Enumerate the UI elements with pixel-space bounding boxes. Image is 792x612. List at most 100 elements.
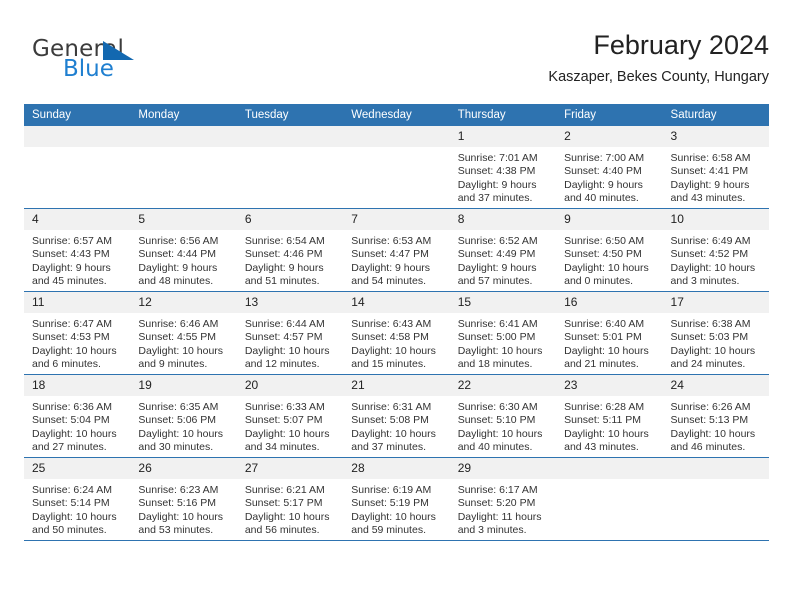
calendar-day-cell[interactable]: 5 Sunrise: 6:56 AM Sunset: 4:44 PM Daylight… — [130, 208, 237, 292]
sunrise-text: Sunrise: 6:50 AM — [564, 235, 645, 247]
calendar-day-cell[interactable]: 3 Sunrise: 6:58 AM Sunset: 4:41 PM Daylight… — [662, 126, 769, 209]
day-number: 12 — [130, 292, 237, 313]
calendar-day-cell[interactable]: 19 Sunrise: 6:35 AM Sunset: 5:06 PM Dayligh… — [130, 374, 237, 458]
calendar-day-cell[interactable]: 10 Sunrise: 6:49 AM Sunset: 4:52 PM Dayligh… — [662, 208, 769, 292]
sunset-text: Sunset: 5:13 PM — [670, 414, 749, 427]
day-details — [663, 479, 769, 484]
calendar-day-cell-empty — [130, 126, 237, 209]
day-number: 4 — [24, 209, 131, 230]
daylight-text-line2: and 56 minutes. — [244, 524, 320, 537]
page-subtitle: Kaszaper, Bekes County, Hungary — [548, 69, 769, 85]
day-number: 10 — [662, 209, 769, 230]
calendar-body: 1 Sunrise: 7:01 AM Sunset: 4:38 PM Daylight… — [24, 126, 769, 541]
calendar-day-cell[interactable]: 8 Sunrise: 6:52 AM Sunset: 4:49 PM Daylight… — [449, 208, 557, 292]
day-details: Sunrise: 6:43 AM Sunset: 4:58 PM Daylight:… — [343, 313, 449, 372]
calendar-day-cell[interactable]: 4 Sunrise: 6:57 AM Sunset: 4:43 PM Daylight… — [24, 208, 131, 292]
calendar-day-cell[interactable]: 22 Sunrise: 6:30 AM Sunset: 5:10 PM Dayligh… — [449, 374, 557, 458]
day-number — [236, 126, 344, 147]
sunset-text: Sunset: 5:10 PM — [457, 414, 536, 427]
page-header: General Blue February 2024 Kaszaper, Bek… — [24, 28, 769, 96]
calendar-day-cell[interactable]: 29 Sunrise: 6:17 AM Sunset: 5:20 PM Dayligh… — [449, 457, 557, 541]
sunrise-text: Sunrise: 6:46 AM — [138, 318, 219, 330]
day-details: Sunrise: 6:52 AM Sunset: 4:49 PM Daylight:… — [450, 230, 556, 289]
calendar-week-row: 1 Sunrise: 7:01 AM Sunset: 4:38 PM Daylight… — [24, 126, 769, 209]
calendar-day-cell[interactable]: 6 Sunrise: 6:54 AM Sunset: 4:46 PM Daylight… — [236, 208, 344, 292]
title-block: February 2024 Kaszaper, Bekes County, Hu… — [548, 28, 769, 86]
sunset-text: Sunset: 4:57 PM — [244, 331, 323, 344]
calendar-day-cell[interactable]: 18 Sunrise: 6:36 AM Sunset: 5:04 PM Dayligh… — [24, 374, 131, 458]
sunset-text: Sunset: 5:16 PM — [138, 497, 217, 510]
day-details: Sunrise: 6:26 AM Sunset: 5:13 PM Daylight:… — [663, 396, 769, 455]
daylight-text-line2: and 9 minutes. — [138, 358, 208, 371]
daylight-text-line2: and 45 minutes. — [32, 275, 107, 288]
calendar-day-cell[interactable]: 13 Sunrise: 6:44 AM Sunset: 4:57 PM Dayligh… — [236, 291, 344, 375]
sunset-text: Sunset: 4:55 PM — [138, 331, 217, 344]
daylight-text-line1: Daylight: 10 hours — [351, 427, 436, 440]
calendar-week-row: 4 Sunrise: 6:57 AM Sunset: 4:43 PM Daylight… — [24, 208, 769, 292]
calendar-day-cell[interactable]: 20 Sunrise: 6:33 AM Sunset: 5:07 PM Dayligh… — [236, 374, 344, 458]
day-number: 7 — [343, 209, 450, 230]
calendar-page: General Blue February 2024 Kaszaper, Bek… — [0, 0, 792, 612]
day-number: 3 — [662, 126, 769, 147]
daylight-text-line1: Daylight: 10 hours — [457, 344, 543, 357]
sunset-text: Sunset: 4:43 PM — [32, 248, 110, 261]
daylight-text-line1: Daylight: 10 hours — [32, 510, 117, 523]
calendar-day-cell[interactable]: 25 Sunrise: 6:24 AM Sunset: 5:14 PM Dayligh… — [24, 457, 131, 541]
weekday-header-row: Sunday Monday Tuesday Wednesday Thursday… — [24, 104, 769, 126]
daylight-text-line2: and 27 minutes. — [32, 441, 107, 454]
daylight-text-line1: Daylight: 9 hours — [564, 178, 643, 191]
calendar-day-cell[interactable]: 24 Sunrise: 6:26 AM Sunset: 5:13 PM Dayligh… — [662, 374, 769, 458]
daylight-text-line1: Daylight: 10 hours — [670, 344, 756, 357]
sunrise-text: Sunrise: 7:00 AM — [564, 152, 645, 164]
weekday-header-saturday: Saturday — [662, 104, 769, 126]
calendar-day-cell[interactable]: 17 Sunrise: 6:38 AM Sunset: 5:03 PM Dayligh… — [662, 291, 769, 375]
calendar-day-cell[interactable]: 27 Sunrise: 6:21 AM Sunset: 5:17 PM Dayligh… — [236, 457, 344, 541]
daylight-text-line2: and 51 minutes. — [244, 275, 320, 288]
sunrise-text: Sunrise: 6:44 AM — [244, 318, 325, 330]
day-number: 15 — [449, 292, 557, 313]
daylight-text-line1: Daylight: 10 hours — [670, 427, 756, 440]
day-details: Sunrise: 7:00 AM Sunset: 4:40 PM Daylight:… — [556, 147, 662, 206]
daylight-text-line1: Daylight: 10 hours — [32, 344, 117, 357]
daylight-text-line1: Daylight: 10 hours — [32, 427, 117, 440]
daylight-text-line2: and 21 minutes. — [564, 358, 639, 371]
daylight-text-line2: and 15 minutes. — [351, 358, 426, 371]
sunset-text: Sunset: 4:52 PM — [670, 248, 749, 261]
calendar-day-cell[interactable]: 7 Sunrise: 6:53 AM Sunset: 4:47 PM Daylight… — [343, 208, 450, 292]
day-number: 28 — [343, 458, 450, 479]
day-details: Sunrise: 6:28 AM Sunset: 5:11 PM Daylight:… — [556, 396, 662, 455]
calendar-day-cell[interactable]: 9 Sunrise: 6:50 AM Sunset: 4:50 PM Daylight… — [556, 208, 663, 292]
weekday-header-monday: Monday — [130, 104, 237, 126]
calendar-week-row: 11 Sunrise: 6:47 AM Sunset: 4:53 PM Dayligh… — [24, 291, 769, 375]
sunset-text: Sunset: 4:38 PM — [457, 165, 536, 178]
calendar-day-cell[interactable]: 1 Sunrise: 7:01 AM Sunset: 4:38 PM Daylight… — [449, 126, 557, 209]
calendar-day-cell[interactable]: 15 Sunrise: 6:41 AM Sunset: 5:00 PM Dayligh… — [449, 291, 557, 375]
sunset-text: Sunset: 4:44 PM — [138, 248, 217, 261]
calendar-week-row: 18 Sunrise: 6:36 AM Sunset: 5:04 PM Dayligh… — [24, 374, 769, 458]
calendar-day-cell[interactable]: 16 Sunrise: 6:40 AM Sunset: 5:01 PM Dayligh… — [556, 291, 663, 375]
general-blue-logo[interactable]: General Blue — [32, 36, 232, 88]
day-details: Sunrise: 6:53 AM Sunset: 4:47 PM Daylight:… — [343, 230, 449, 289]
daylight-text-line1: Daylight: 10 hours — [138, 344, 224, 357]
calendar-day-cell[interactable]: 14 Sunrise: 6:43 AM Sunset: 4:58 PM Dayligh… — [343, 291, 450, 375]
sunrise-text: Sunrise: 6:41 AM — [457, 318, 538, 330]
calendar-day-cell[interactable]: 2 Sunrise: 7:00 AM Sunset: 4:40 PM Daylight… — [556, 126, 663, 209]
sunrise-text: Sunrise: 6:31 AM — [351, 401, 432, 413]
daylight-text-line2: and 40 minutes. — [564, 192, 639, 205]
sunrise-text: Sunrise: 6:40 AM — [564, 318, 645, 330]
calendar-day-cell[interactable]: 26 Sunrise: 6:23 AM Sunset: 5:16 PM Dayligh… — [130, 457, 237, 541]
calendar-day-cell[interactable]: 11 Sunrise: 6:47 AM Sunset: 4:53 PM Dayligh… — [24, 291, 131, 375]
sunrise-text: Sunrise: 6:19 AM — [351, 484, 432, 496]
day-details: Sunrise: 6:50 AM Sunset: 4:50 PM Daylight:… — [556, 230, 662, 289]
daylight-text-line2: and 3 minutes. — [670, 275, 740, 288]
calendar-day-cell[interactable]: 12 Sunrise: 6:46 AM Sunset: 4:55 PM Dayligh… — [130, 291, 237, 375]
sunrise-text: Sunrise: 6:53 AM — [351, 235, 432, 247]
daylight-text-line2: and 43 minutes. — [564, 441, 639, 454]
daylight-text-line1: Daylight: 10 hours — [564, 261, 649, 274]
calendar-day-cell[interactable]: 23 Sunrise: 6:28 AM Sunset: 5:11 PM Dayligh… — [556, 374, 663, 458]
calendar-day-cell[interactable]: 28 Sunrise: 6:19 AM Sunset: 5:19 PM Dayligh… — [343, 457, 450, 541]
calendar-day-cell[interactable]: 21 Sunrise: 6:31 AM Sunset: 5:08 PM Dayligh… — [343, 374, 450, 458]
weekday-header-sunday: Sunday — [24, 104, 131, 126]
sunset-text: Sunset: 5:04 PM — [32, 414, 110, 427]
sunset-text: Sunset: 5:01 PM — [564, 331, 642, 344]
